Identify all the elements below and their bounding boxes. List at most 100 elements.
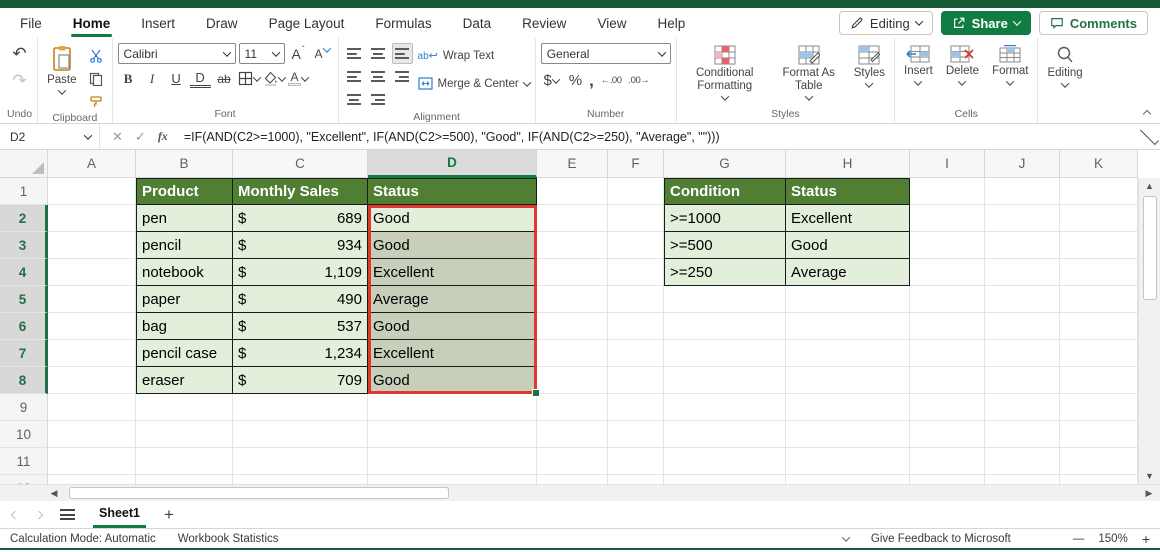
cell-E1[interactable] — [537, 178, 608, 205]
cell-G4[interactable]: >=250 — [664, 259, 786, 286]
cell-D7[interactable]: Excellent — [368, 340, 537, 367]
cell-K5[interactable] — [1060, 286, 1138, 313]
row-header-2[interactable]: 2 — [0, 205, 48, 232]
cell-F7[interactable] — [608, 340, 664, 367]
row-header-8[interactable]: 8 — [0, 367, 48, 394]
sheet-tab-sheet1[interactable]: Sheet1 — [93, 501, 146, 528]
cell-J6[interactable] — [985, 313, 1060, 340]
column-header-I[interactable]: I — [910, 150, 985, 178]
cell-I8[interactable] — [910, 367, 985, 394]
column-header-E[interactable]: E — [537, 150, 608, 178]
cell-D4[interactable]: Excellent — [368, 259, 537, 286]
cell-J5[interactable] — [985, 286, 1060, 313]
cell-G9[interactable] — [664, 394, 786, 421]
delete-cells-button[interactable]: Delete — [942, 43, 983, 88]
cell-E8[interactable] — [537, 367, 608, 394]
column-header-K[interactable]: K — [1060, 150, 1138, 178]
cell-I5[interactable] — [910, 286, 985, 313]
zoom-level[interactable]: 150% — [1098, 533, 1127, 545]
cell-D6[interactable]: Good — [368, 313, 537, 340]
cell-H8[interactable] — [786, 367, 910, 394]
cell-E7[interactable] — [537, 340, 608, 367]
cell-A4[interactable] — [48, 259, 136, 286]
format-painter-button[interactable] — [86, 91, 107, 112]
cell-H7[interactable] — [786, 340, 910, 367]
horizontal-scroll-thumb[interactable] — [69, 487, 449, 499]
cell-G3[interactable]: >=500 — [664, 232, 786, 259]
cell-E5[interactable] — [537, 286, 608, 313]
select-all-corner[interactable] — [0, 150, 48, 178]
cell-F9[interactable] — [608, 394, 664, 421]
scroll-left-icon[interactable]: ◀ — [44, 485, 64, 501]
cell-J12[interactable] — [985, 475, 1060, 484]
cell-B10[interactable] — [136, 421, 233, 448]
cell-A5[interactable] — [48, 286, 136, 313]
cell-F11[interactable] — [608, 448, 664, 475]
cell-G1[interactable]: Condition — [664, 178, 786, 205]
cell-D5[interactable]: Average — [368, 286, 537, 313]
row-header-12[interactable]: 12 — [0, 475, 48, 484]
comma-style-button[interactable]: , — [589, 71, 594, 91]
cell-D3[interactable]: Good — [368, 232, 537, 259]
cell-D1[interactable]: Status — [368, 178, 537, 205]
sheet-list-menu-icon[interactable] — [60, 509, 75, 520]
cell-B2[interactable]: pen — [136, 205, 233, 232]
vertical-scrollbar[interactable]: ▲ ▼ — [1138, 178, 1160, 484]
paste-button[interactable]: Paste — [43, 43, 80, 97]
wrap-text-button[interactable]: ab↩ Wrap Text — [418, 45, 530, 66]
column-header-B[interactable]: B — [136, 150, 233, 178]
cell-A9[interactable] — [48, 394, 136, 421]
cell-E2[interactable] — [537, 205, 608, 232]
cell-K3[interactable] — [1060, 232, 1138, 259]
vertical-scroll-thumb[interactable] — [1143, 196, 1157, 300]
row-header-7[interactable]: 7 — [0, 340, 48, 367]
menu-tab-insert[interactable]: Insert — [139, 8, 177, 38]
cell-H4[interactable]: Average — [786, 259, 910, 286]
align-bottom-button[interactable] — [392, 43, 413, 64]
cell-D11[interactable] — [368, 448, 537, 475]
column-header-A[interactable]: A — [48, 150, 136, 178]
cell-C5[interactable]: $490 — [233, 286, 368, 313]
row-header-9[interactable]: 9 — [0, 394, 48, 421]
cell-K8[interactable] — [1060, 367, 1138, 394]
font-color-button[interactable]: A — [288, 68, 309, 89]
cell-B7[interactable]: pencil case — [136, 340, 233, 367]
cell-I7[interactable] — [910, 340, 985, 367]
cell-E10[interactable] — [537, 421, 608, 448]
format-as-table-button[interactable]: Format As Table — [773, 43, 845, 103]
status-options-chevron-icon[interactable] — [842, 533, 850, 541]
column-header-F[interactable]: F — [608, 150, 664, 178]
cell-H9[interactable] — [786, 394, 910, 421]
confirm-entry-icon[interactable]: ✓ — [135, 129, 146, 145]
cell-I1[interactable] — [910, 178, 985, 205]
cell-J8[interactable] — [985, 367, 1060, 394]
cell-K12[interactable] — [1060, 475, 1138, 484]
grow-font-button[interactable]: Aˆ — [288, 43, 309, 64]
fill-color-button[interactable] — [263, 68, 285, 89]
cell-J4[interactable] — [985, 259, 1060, 286]
cell-H10[interactable] — [786, 421, 910, 448]
cell-D9[interactable] — [368, 394, 537, 421]
horizontal-scrollbar[interactable]: ◀ ▶ — [0, 484, 1160, 501]
cell-F5[interactable] — [608, 286, 664, 313]
cell-K11[interactable] — [1060, 448, 1138, 475]
cell-K6[interactable] — [1060, 313, 1138, 340]
cell-C9[interactable] — [233, 394, 368, 421]
zoom-in-button[interactable]: + — [1142, 531, 1150, 547]
cell-I9[interactable] — [910, 394, 985, 421]
collapse-ribbon-icon[interactable] — [1143, 110, 1151, 118]
cell-C11[interactable] — [233, 448, 368, 475]
cell-A7[interactable] — [48, 340, 136, 367]
menu-tab-home[interactable]: Home — [71, 8, 113, 38]
cell-F1[interactable] — [608, 178, 664, 205]
column-header-C[interactable]: C — [233, 150, 368, 178]
cell-B1[interactable]: Product — [136, 178, 233, 205]
cell-C2[interactable]: $689 — [233, 205, 368, 232]
cell-I3[interactable] — [910, 232, 985, 259]
editing-menu-button[interactable]: Editing — [1043, 43, 1086, 90]
cell-E4[interactable] — [537, 259, 608, 286]
cell-F4[interactable] — [608, 259, 664, 286]
column-header-J[interactable]: J — [985, 150, 1060, 178]
cell-C7[interactable]: $1,234 — [233, 340, 368, 367]
formula-input[interactable]: =IF(AND(C2>=1000), "Excellent", IF(AND(C… — [180, 130, 1139, 144]
